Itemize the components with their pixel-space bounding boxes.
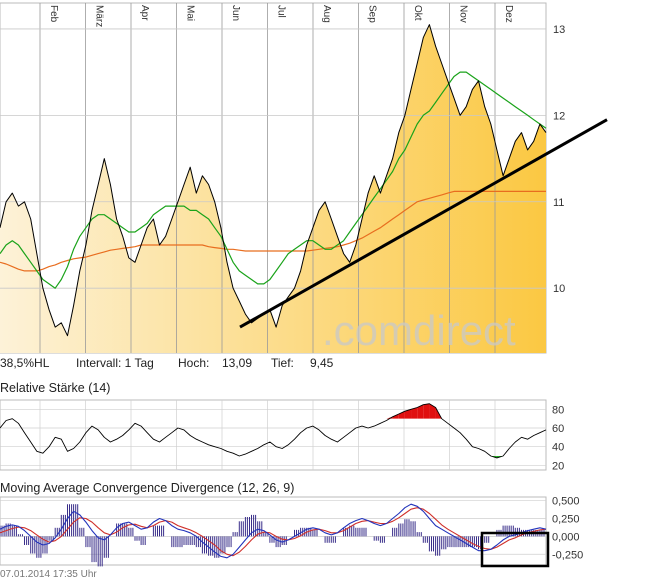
macd-ytick-label: -0,250 xyxy=(552,549,583,561)
rsi-panel-frame xyxy=(0,399,547,471)
month-label: Jul xyxy=(276,5,287,18)
month-label: Mai xyxy=(185,5,196,21)
high-label: Hoch: xyxy=(178,356,210,370)
macd-ytick-label: 0,250 xyxy=(552,513,580,525)
month-label: Jun xyxy=(230,5,241,21)
rsi-ytick-label: 40 xyxy=(552,442,564,454)
rsi-ytick-label: 20 xyxy=(552,460,564,472)
month-label: Aug xyxy=(321,5,332,23)
comdirect-watermark: .comdirect xyxy=(322,307,516,354)
low-value: 9,45 xyxy=(310,356,334,370)
month-label: Okt xyxy=(412,5,423,21)
price-ytick-label: 10 xyxy=(553,283,565,295)
price-ytick-label: 13 xyxy=(553,24,565,36)
month-label: März xyxy=(94,5,105,27)
month-label: Dez xyxy=(503,5,514,23)
month-label: Apr xyxy=(139,5,150,21)
hl-label: 38,5%HL xyxy=(0,356,50,370)
macd-title: Moving Average Convergence Divergence (1… xyxy=(0,481,295,495)
rsi-ytick-label: 80 xyxy=(552,404,564,416)
rsi-title: Relative Stärke (14) xyxy=(0,381,111,395)
month-label: Nov xyxy=(458,5,469,23)
high-value: 13,09 xyxy=(222,356,253,370)
low-label: Tief: xyxy=(271,356,294,370)
price-ytick-label: 11 xyxy=(553,197,564,209)
timestamp: 07.01.2014 17:35 Uhr xyxy=(0,569,97,580)
macd-ytick-label: 0,500 xyxy=(552,496,580,508)
interval-label: Intervall: 1 Tag xyxy=(76,356,154,370)
price-ytick-label: 12 xyxy=(553,110,565,122)
rsi-ytick-label: 60 xyxy=(552,423,564,435)
rsi-overbought-fill xyxy=(423,403,430,419)
month-label: Feb xyxy=(48,5,59,23)
month-label: Sep xyxy=(367,5,378,23)
macd-ytick-label: 0,000 xyxy=(552,531,580,543)
